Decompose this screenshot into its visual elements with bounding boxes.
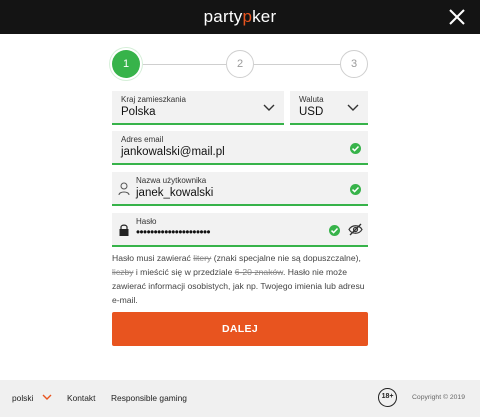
country-label: Kraj zamieszkania <box>121 95 186 104</box>
currency-select[interactable]: Waluta USD <box>290 91 368 125</box>
footer: polski Kontakt Responsible gaming 18+ Co… <box>0 380 480 417</box>
hint-rule-length: 6-20 znaków <box>234 267 284 277</box>
next-button[interactable]: DALEJ <box>112 312 368 346</box>
password-field[interactable]: Hasło ••••••••••••••••••••• <box>112 213 368 247</box>
currency-value: USD <box>299 106 324 118</box>
copyright-text: Copyright © 2019 <box>412 394 465 401</box>
logo-text-ker: ker <box>252 7 277 26</box>
email-value: jankowalski@mail.pl <box>121 146 225 158</box>
user-icon <box>118 182 130 196</box>
language-select[interactable]: polski <box>12 393 33 403</box>
chevron-down-icon <box>347 104 359 111</box>
check-icon <box>350 143 361 154</box>
partypoker-logo: partypker <box>0 7 480 27</box>
chevron-down-icon <box>263 104 275 111</box>
step-2: 2 <box>226 50 254 78</box>
age-18-badge: 18+ <box>378 388 397 407</box>
hint-text: (znaki specjalne nie są dopuszczalne), <box>211 253 361 263</box>
hint-rule-digits: liczby <box>112 267 134 277</box>
check-icon <box>329 225 340 236</box>
hint-rule-letters: litery <box>193 253 212 263</box>
username-value: janek_kowalski <box>136 187 214 199</box>
password-value: ••••••••••••••••••••• <box>136 227 211 239</box>
currency-label: Waluta <box>299 95 324 104</box>
responsible-gaming-link[interactable]: Responsible gaming <box>111 393 187 403</box>
close-button[interactable] <box>448 8 466 26</box>
logo-text-accent: p <box>242 7 253 26</box>
country-select[interactable]: Kraj zamieszkania Polska <box>112 91 284 125</box>
contact-link[interactable]: Kontakt <box>67 393 95 403</box>
eye-off-icon[interactable] <box>348 223 363 236</box>
stepper-line <box>140 64 226 65</box>
hint-text: Hasło musi zawierać <box>112 253 194 263</box>
username-field[interactable]: Nazwa użytkownika janek_kowalski <box>112 172 368 206</box>
top-bar: partypker <box>0 0 480 34</box>
hint-text: i mieścić się w przedziale <box>133 267 235 277</box>
logo-text-party: party <box>203 7 243 26</box>
close-icon <box>449 9 465 25</box>
check-icon <box>350 184 361 195</box>
country-value: Polska <box>121 106 156 118</box>
stepper-line <box>254 64 340 65</box>
registration-stepper: 1 2 3 <box>112 50 368 78</box>
password-hint: Hasło musi zawierać litery (znaki specja… <box>112 251 370 307</box>
email-field[interactable]: Adres email jankowalski@mail.pl <box>112 131 368 165</box>
step-3: 3 <box>340 50 368 78</box>
email-label: Adres email <box>121 135 164 144</box>
chevron-down-icon[interactable] <box>42 392 52 402</box>
password-label: Hasło <box>136 217 157 226</box>
step-1: 1 <box>112 50 140 78</box>
lock-icon <box>119 224 129 236</box>
username-label: Nazwa użytkownika <box>136 176 207 185</box>
